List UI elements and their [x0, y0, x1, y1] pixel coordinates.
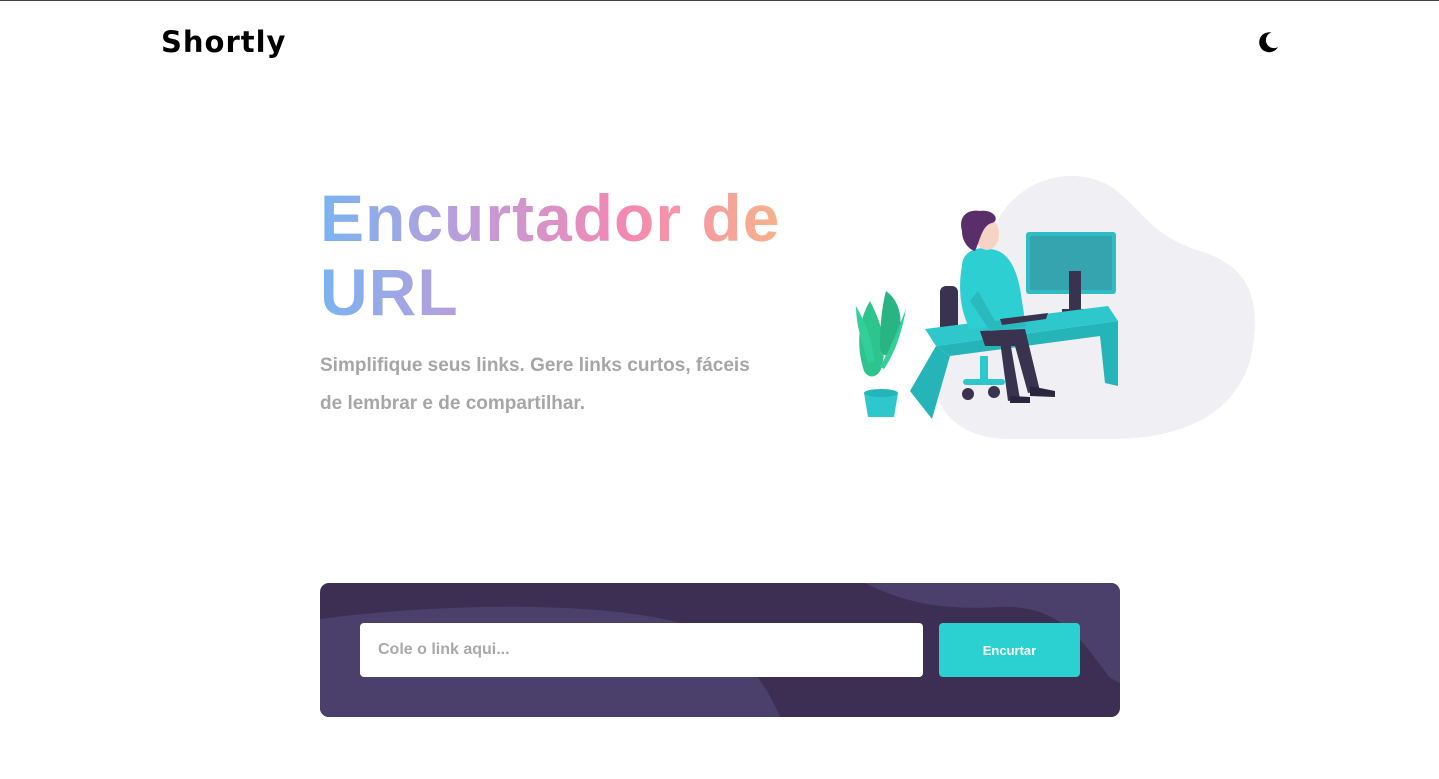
link-input[interactable] — [360, 623, 923, 677]
theme-toggle-button[interactable] — [1254, 28, 1282, 56]
moon-icon — [1259, 32, 1278, 53]
hero-title: Encurtador de URL — [320, 181, 790, 329]
shorten-panel: Encurtar — [320, 583, 1120, 717]
logo[interactable]: Shortly — [161, 25, 286, 59]
hero-title-line-1: Encurtador de — [320, 181, 781, 255]
hero-subtitle: Simplifique seus links. Gere links curto… — [320, 355, 750, 414]
page: Shortly Encurtador de URL Simplifique se… — [0, 0, 1439, 779]
person-working-at-desk-illustration — [856, 176, 1255, 439]
hero-title-line-2: URL — [320, 255, 459, 329]
shorten-button[interactable]: Encurtar — [939, 623, 1080, 677]
